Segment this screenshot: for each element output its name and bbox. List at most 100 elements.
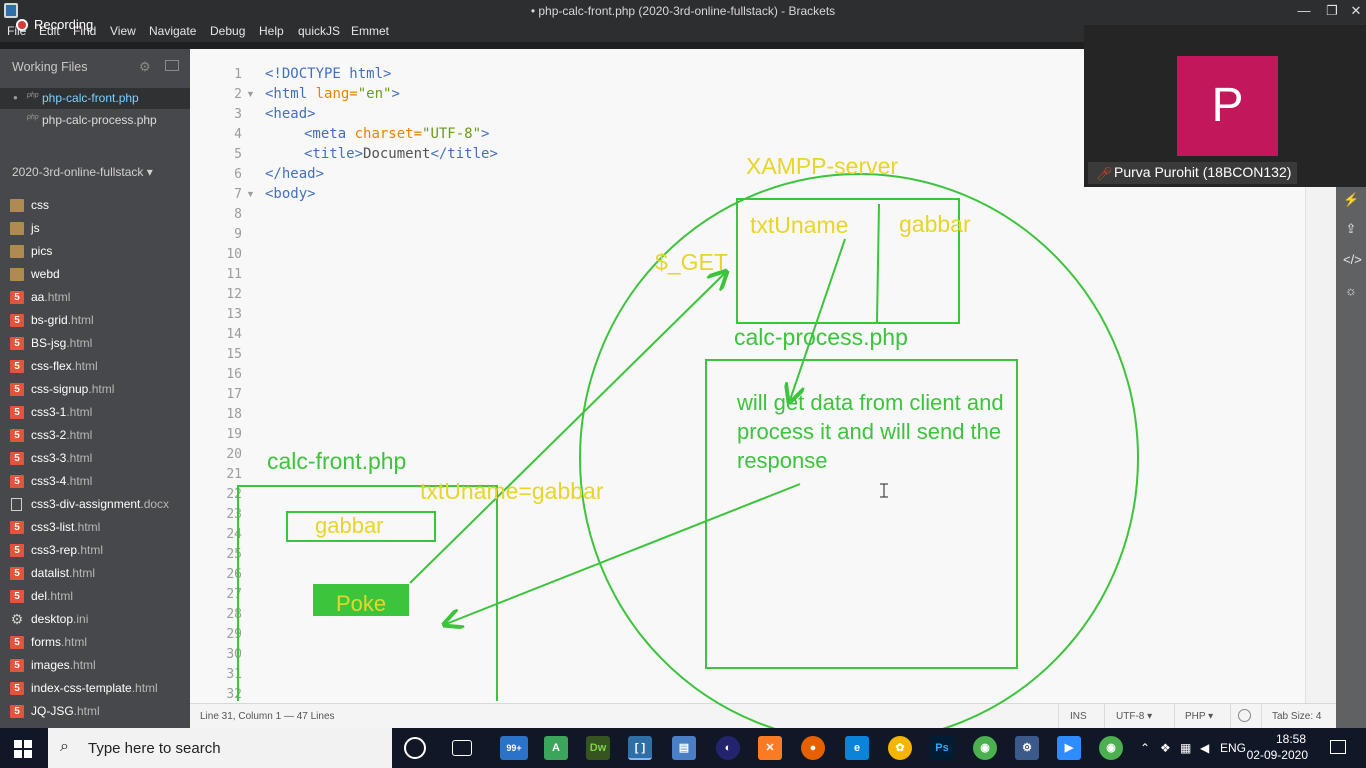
language-indicator[interactable]: ENG: [1220, 741, 1246, 755]
folder-item[interactable]: pics: [0, 241, 190, 264]
file-item[interactable]: 5 aa.html: [0, 287, 190, 310]
file-item[interactable]: 5 css3-3.html: [0, 448, 190, 471]
file-basename: css3-rep: [31, 543, 78, 557]
cursor-position[interactable]: Line 31, Column 1 — 47 Lines: [200, 711, 335, 722]
working-file-item[interactable]: ● php php-calc-front.php: [0, 88, 190, 109]
file-name: JQ-JSG.html: [31, 704, 100, 718]
file-item[interactable]: css3-div-assignment.docx: [0, 494, 190, 517]
file-item[interactable]: 5 forms.html: [0, 632, 190, 655]
fold-arrow-icon[interactable]: ▼: [246, 189, 255, 199]
task-view-icon[interactable]: [452, 740, 472, 756]
line-number: 5: [234, 147, 242, 162]
working-file-item[interactable]: php php-calc-process.php: [0, 110, 190, 131]
zoom-icon[interactable]: ▶: [1057, 736, 1081, 760]
file-item[interactable]: 5 BS-jsg.html: [0, 333, 190, 356]
file-item[interactable]: 5 datalist.html: [0, 563, 190, 586]
network-icon[interactable]: ▦: [1180, 741, 1191, 755]
xampp-icon[interactable]: ✕: [758, 736, 782, 760]
linter-status-icon[interactable]: [1238, 709, 1251, 722]
line-number: 1: [234, 67, 242, 82]
file-item[interactable]: 5 index-css-template.html: [0, 678, 190, 701]
file-item[interactable]: 5 bs-grid.html: [0, 310, 190, 333]
file-manager-icon[interactable]: ▤: [672, 736, 696, 760]
dreamweaver-icon[interactable]: Dw: [586, 736, 610, 760]
android-studio-icon[interactable]: A: [544, 736, 568, 760]
lightbulb-icon[interactable]: ☼: [1343, 283, 1359, 299]
html5-icon: 5: [10, 406, 24, 419]
file-name: desktop.ini: [31, 612, 88, 626]
language-select[interactable]: PHP ▾: [1185, 711, 1213, 722]
menu-debug[interactable]: Debug: [210, 24, 245, 38]
html5-icon: 5: [10, 452, 24, 465]
maximize-button[interactable]: ❐: [1320, 2, 1344, 20]
cortana-icon[interactable]: [404, 737, 426, 759]
file-item[interactable]: 5 css3-2.html: [0, 425, 190, 448]
gear-icon[interactable]: ⚙: [139, 59, 151, 75]
windows-start-icon[interactable]: [14, 740, 32, 758]
volume-icon[interactable]: ◀: [1200, 741, 1209, 755]
file-item[interactable]: 5 JQ-JSG.html: [0, 701, 190, 724]
extension-manager-icon[interactable]: ⇪: [1343, 221, 1359, 237]
file-item[interactable]: 5 css3-list.html: [0, 517, 190, 540]
file-name: bs-grid.html: [31, 313, 94, 327]
file-item[interactable]: ⚙ desktop.ini: [0, 609, 190, 632]
app-icon[interactable]: ⚙: [1015, 736, 1039, 760]
app-icon[interactable]: ✿: [888, 736, 912, 760]
file-item[interactable]: 5 css3-4.html: [0, 471, 190, 494]
minimize-button[interactable]: —: [1292, 2, 1316, 20]
insert-mode[interactable]: INS: [1070, 711, 1087, 722]
tab-size[interactable]: Tab Size: 4: [1272, 711, 1321, 722]
file-name: js: [31, 221, 40, 235]
mail-icon[interactable]: 99+: [500, 736, 528, 760]
line-number: 22: [226, 487, 242, 502]
edge-icon[interactable]: e: [845, 736, 869, 760]
split-view-icon[interactable]: [165, 60, 179, 71]
clock-date[interactable]: 02-09-2020: [1247, 748, 1308, 762]
project-dropdown[interactable]: 2020-3rd-online-fullstack ▾: [12, 165, 153, 179]
file-basename: css3-4: [31, 474, 67, 488]
file-item[interactable]: 5 css-signup.html: [0, 379, 190, 402]
brackets-taskbar-icon[interactable]: [ ]: [628, 736, 652, 760]
folder-item[interactable]: css: [0, 195, 190, 218]
menu-view[interactable]: View: [110, 24, 136, 38]
line-number: 27: [226, 587, 242, 602]
eclipse-icon[interactable]: ◐: [716, 736, 740, 760]
windows-taskbar: ⌕ Type here to search 99+ A Dw [ ] ▤ ◐ ✕…: [0, 728, 1366, 768]
line-number: 29: [226, 627, 242, 642]
code-icon[interactable]: </>: [1343, 252, 1362, 268]
file-item[interactable]: 5 css3-rep.html: [0, 540, 190, 563]
chevron-up-icon[interactable]: ⌃: [1140, 741, 1150, 755]
fold-arrow-icon[interactable]: ▼: [246, 89, 255, 99]
chrome-icon[interactable]: ◉: [1099, 736, 1123, 760]
file-item[interactable]: 5 css3-1.html: [0, 402, 190, 425]
file-name: webd: [31, 267, 60, 281]
notification-icon[interactable]: [1330, 740, 1346, 754]
file-basename: css3-list: [31, 520, 75, 534]
folder-item[interactable]: js: [0, 218, 190, 241]
taskbar-search[interactable]: ⌕ Type here to search: [48, 728, 392, 768]
video-participant-tile[interactable]: P 🎤︎ Purva Purohit (18BCON132): [1084, 25, 1366, 187]
encoding-select[interactable]: UTF-8 ▾: [1116, 711, 1152, 722]
file-item[interactable]: 5 images.html: [0, 655, 190, 678]
code-token: >: [481, 126, 490, 142]
menu-navigate[interactable]: Navigate: [149, 24, 196, 38]
file-extension: .html: [77, 543, 104, 557]
folder-item[interactable]: webd: [0, 264, 190, 287]
live-preview-icon[interactable]: ⚡: [1343, 192, 1359, 208]
code-line: </head>: [265, 166, 324, 182]
file-item[interactable]: 5 del.html: [0, 586, 190, 609]
file-extension: .html: [61, 635, 88, 649]
photoshop-icon[interactable]: Ps: [930, 736, 954, 760]
firefox-icon[interactable]: ●: [801, 736, 825, 760]
chrome-icon[interactable]: ◉: [973, 736, 997, 760]
menu-quickjs[interactable]: quickJS: [298, 24, 340, 38]
file-basename: css3-2: [31, 428, 67, 442]
close-button[interactable]: ✕: [1344, 2, 1366, 20]
file-name: css3-rep.html: [31, 543, 103, 557]
file-item[interactable]: 5 css-flex.html: [0, 356, 190, 379]
clock-time[interactable]: 18:58: [1276, 732, 1306, 746]
menu-help[interactable]: Help: [259, 24, 284, 38]
line-number: 18: [226, 407, 242, 422]
dropbox-icon[interactable]: ❖: [1160, 741, 1171, 755]
menu-emmet[interactable]: Emmet: [351, 24, 389, 38]
